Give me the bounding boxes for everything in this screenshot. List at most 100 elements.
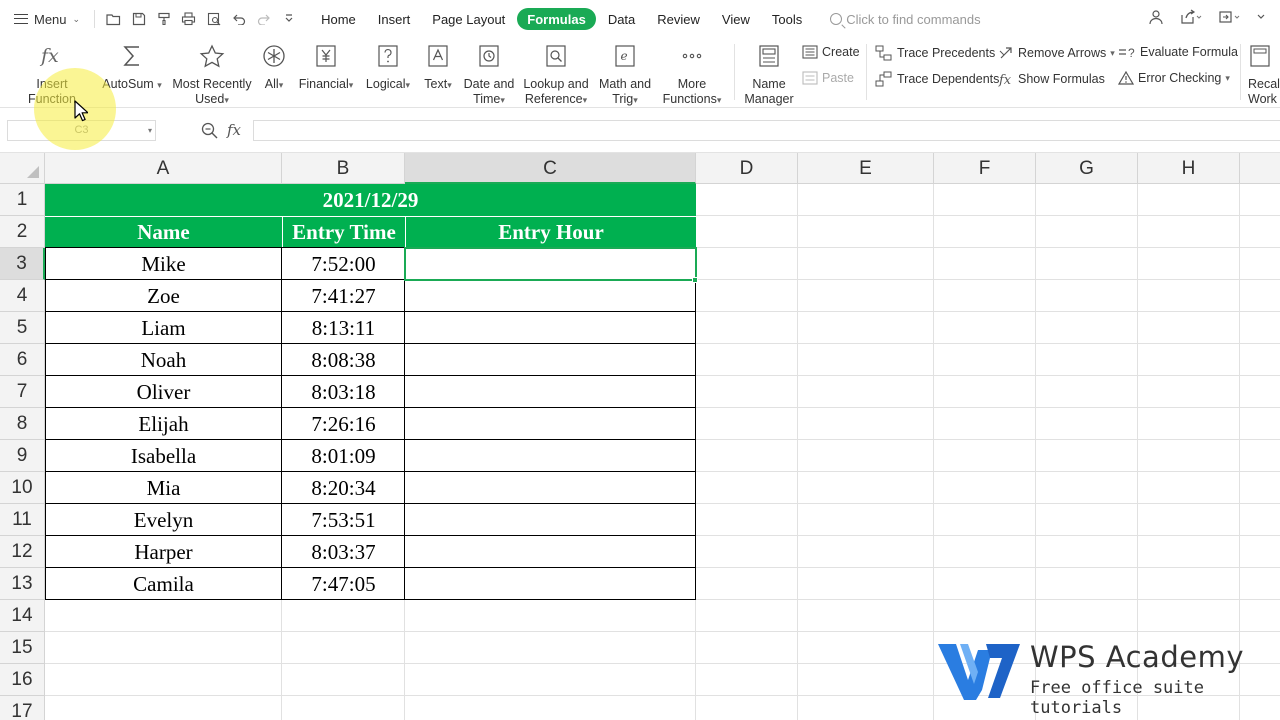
header-cell-entry-time[interactable]: Entry Time xyxy=(282,216,405,248)
remove-arrows-button[interactable]: Remove Arrows ▾ xyxy=(998,45,1115,61)
name-cell[interactable]: Zoe xyxy=(45,280,282,312)
select-all-corner[interactable] xyxy=(0,153,45,184)
share-icon[interactable] xyxy=(1180,9,1202,28)
create-name-button[interactable]: Create xyxy=(802,45,860,59)
zoom-icon[interactable] xyxy=(201,122,219,142)
header-cell-name[interactable]: Name xyxy=(45,216,282,248)
more-options-icon[interactable] xyxy=(1256,9,1266,28)
name-cell[interactable]: Harper xyxy=(45,536,282,568)
column-header-g[interactable]: G xyxy=(1036,153,1138,184)
tab-data[interactable]: Data xyxy=(598,8,645,30)
row-header-6[interactable]: 6 xyxy=(0,344,45,376)
math-trig-button[interactable]: e Math and Trig▾ xyxy=(596,42,654,108)
print-preview-icon[interactable] xyxy=(203,9,224,29)
row-header-4[interactable]: 4 xyxy=(0,280,45,312)
fx-icon[interactable]: fx xyxy=(227,121,241,139)
more-functions-button[interactable]: More Functions▾ xyxy=(660,42,724,108)
entry-time-cell[interactable]: 8:20:34 xyxy=(282,472,405,504)
paste-name-button[interactable]: Paste xyxy=(802,71,854,85)
row-header-13[interactable]: 13 xyxy=(0,568,45,600)
row-header-16[interactable]: 16 xyxy=(0,664,45,696)
column-header-a[interactable]: A xyxy=(45,153,282,184)
recalculate-workbook-button[interactable]: Recalc Work xyxy=(1248,42,1280,107)
row-header-15[interactable]: 15 xyxy=(0,632,45,664)
most-recently-used-button[interactable]: Most Recently Used▾ xyxy=(172,42,252,108)
name-manager-button[interactable]: Name Manager xyxy=(742,42,796,107)
header-cell-entry-hour[interactable]: Entry Hour xyxy=(405,216,696,248)
entry-time-cell[interactable]: 8:13:11 xyxy=(282,312,405,344)
entry-time-cell[interactable]: 7:26:16 xyxy=(282,408,405,440)
format-painter-icon[interactable] xyxy=(153,9,174,29)
row-header-9[interactable]: 9 xyxy=(0,440,45,472)
row-header-2[interactable]: 2 xyxy=(0,216,45,248)
row-header-8[interactable]: 8 xyxy=(0,408,45,440)
main-menu-button[interactable]: Menu ⌄ xyxy=(0,0,88,38)
tab-home[interactable]: Home xyxy=(311,8,366,30)
column-header-d[interactable]: D xyxy=(696,153,798,184)
fill-handle[interactable] xyxy=(692,277,698,283)
error-checking-button[interactable]: Error Checking ▾ xyxy=(1118,71,1230,85)
tab-tools[interactable]: Tools xyxy=(762,8,812,30)
name-cell[interactable]: Oliver xyxy=(45,376,282,408)
customize-toolbar-icon[interactable] xyxy=(278,9,299,29)
name-cell[interactable]: Liam xyxy=(45,312,282,344)
date-time-button[interactable]: Date and Time▾ xyxy=(462,42,516,108)
name-cell[interactable]: Evelyn xyxy=(45,504,282,536)
title-cell-a1[interactable]: 2021/12/29 xyxy=(45,184,696,216)
row-header-1[interactable]: 1 xyxy=(0,184,45,216)
name-box-dropdown-icon[interactable]: ▾ xyxy=(148,121,152,140)
tab-review[interactable]: Review xyxy=(647,8,710,30)
entry-time-cell[interactable]: 7:52:00 xyxy=(282,248,405,280)
column-header-b[interactable]: B xyxy=(282,153,405,184)
column-header-next[interactable] xyxy=(1240,153,1280,184)
trace-precedents-button[interactable]: Trace Precedents xyxy=(875,45,995,61)
formula-input[interactable] xyxy=(253,120,1280,141)
row-header-5[interactable]: 5 xyxy=(0,312,45,344)
show-formulas-button[interactable]: fx Show Formulas xyxy=(998,71,1105,87)
entry-time-cell[interactable]: 7:41:27 xyxy=(282,280,405,312)
row-header-7[interactable]: 7 xyxy=(0,376,45,408)
print-icon[interactable] xyxy=(178,9,199,29)
row-header-17[interactable]: 17 xyxy=(0,696,45,720)
name-cell[interactable]: Camila xyxy=(45,568,282,600)
row-header-14[interactable]: 14 xyxy=(0,600,45,632)
active-cell-c3[interactable] xyxy=(404,247,697,281)
undo-icon[interactable] xyxy=(228,9,249,29)
entry-time-cell[interactable]: 7:47:05 xyxy=(282,568,405,600)
autosum-button[interactable]: AutoSum ▾ xyxy=(102,42,162,93)
text-functions-button[interactable]: Text▾ xyxy=(420,42,456,93)
name-cell[interactable]: Mike xyxy=(45,248,282,280)
column-header-h[interactable]: H xyxy=(1138,153,1240,184)
evaluate-formula-button[interactable]: ? Evaluate Formula xyxy=(1118,45,1238,59)
financial-button[interactable]: Financial▾ xyxy=(296,42,356,93)
tab-view[interactable]: View xyxy=(712,8,760,30)
entry-time-cell[interactable]: 8:08:38 xyxy=(282,344,405,376)
column-header-e[interactable]: E xyxy=(798,153,934,184)
column-header-f[interactable]: F xyxy=(934,153,1036,184)
column-header-c[interactable]: C xyxy=(405,153,696,184)
logical-button[interactable]: Logical▾ xyxy=(362,42,414,93)
name-cell[interactable]: Isabella xyxy=(45,440,282,472)
save-icon[interactable] xyxy=(128,9,149,29)
entry-time-cell[interactable]: 8:03:18 xyxy=(282,376,405,408)
name-cell[interactable]: Noah xyxy=(45,344,282,376)
row-header-11[interactable]: 11 xyxy=(0,504,45,536)
tab-insert[interactable]: Insert xyxy=(368,8,421,30)
collaborate-icon[interactable] xyxy=(1148,9,1164,28)
row-header-10[interactable]: 10 xyxy=(0,472,45,504)
entry-time-cell[interactable]: 7:53:51 xyxy=(282,504,405,536)
trace-dependents-button[interactable]: Trace Dependents xyxy=(875,71,999,87)
entry-time-cell[interactable]: 8:01:09 xyxy=(282,440,405,472)
redo-icon[interactable] xyxy=(253,9,274,29)
row-header-3[interactable]: 3 xyxy=(0,248,45,280)
all-functions-button[interactable]: All▾ xyxy=(258,42,290,93)
command-search[interactable]: Click to find commands xyxy=(830,12,981,27)
sync-icon[interactable] xyxy=(1218,9,1240,28)
name-cell[interactable]: Mia xyxy=(45,472,282,504)
row-header-12[interactable]: 12 xyxy=(0,536,45,568)
lookup-reference-button[interactable]: Lookup and Reference▾ xyxy=(522,42,590,108)
tab-formulas[interactable]: Formulas xyxy=(517,8,596,30)
entry-time-cell[interactable]: 8:03:37 xyxy=(282,536,405,568)
tab-page-layout[interactable]: Page Layout xyxy=(422,8,515,30)
open-folder-icon[interactable] xyxy=(103,9,124,29)
